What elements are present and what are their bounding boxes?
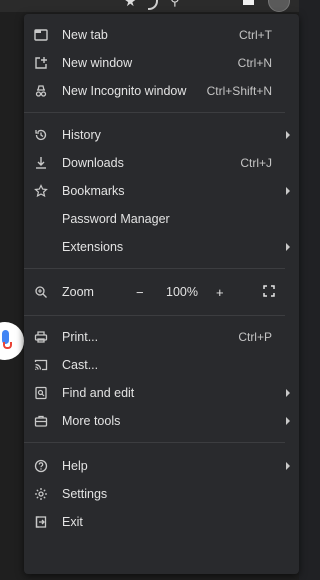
help-label: Help (62, 459, 88, 473)
extensions-label: Extensions (62, 240, 124, 254)
menu-item-downloads[interactable]: Downloads Ctrl+J (24, 149, 299, 177)
bookmark-star-icon (33, 183, 49, 199)
menu-item-extensions[interactable]: Extensions (24, 233, 299, 261)
menu-item-history[interactable]: History (24, 121, 299, 149)
bookmarks-label: Bookmarks (62, 184, 125, 198)
fullscreen-icon[interactable] (263, 285, 275, 300)
bookmark-star-icon[interactable]: ★ (124, 0, 137, 8)
new-incognito-shortcut: Ctrl+Shift+N (206, 84, 272, 98)
zoom-in-button[interactable]: + (216, 285, 224, 300)
chevron-right-icon (286, 243, 290, 251)
history-label: History (62, 128, 101, 142)
new-window-shortcut: Ctrl+N (237, 56, 272, 70)
downloads-label: Downloads (62, 156, 124, 170)
menu-item-exit[interactable]: Exit (24, 508, 299, 536)
new-tab-shortcut: Ctrl+T (239, 28, 272, 42)
new-incognito-label: New Incognito window (62, 84, 187, 98)
menu-item-new-tab[interactable]: New tab Ctrl+T (24, 21, 299, 49)
find-icon (33, 385, 49, 401)
new-window-label: New window (62, 56, 133, 70)
print-label: Print... (62, 330, 99, 344)
menu-item-print[interactable]: Print... Ctrl+P (24, 323, 299, 351)
separator (24, 442, 285, 443)
cast-icon (33, 357, 49, 373)
incognito-icon (33, 83, 49, 99)
separator (24, 268, 285, 269)
more-tools-label: More tools (62, 414, 121, 428)
menu-item-bookmarks[interactable]: Bookmarks (24, 177, 299, 205)
menu-item-zoom: Zoom − 100% + (24, 278, 299, 306)
menu-item-cast[interactable]: Cast... (24, 351, 299, 379)
chevron-right-icon (286, 131, 290, 139)
profile-block[interactable] (243, 0, 254, 5)
menu-item-new-incognito[interactable]: New Incognito window Ctrl+Shift+N (24, 77, 299, 105)
chevron-right-icon (286, 187, 290, 195)
help-icon (33, 458, 49, 474)
menu-item-new-window[interactable]: New window Ctrl+N (24, 49, 299, 77)
separator (24, 112, 285, 113)
settings-label: Settings (62, 487, 108, 501)
menu-item-settings[interactable]: Settings (24, 480, 299, 508)
chrome-menu: New tab Ctrl+T New window Ctrl+N New Inc… (24, 14, 299, 574)
print-icon (33, 329, 49, 345)
gear-icon (33, 486, 49, 502)
chevron-right-icon (286, 389, 290, 397)
menu-item-more-tools[interactable]: More tools (24, 407, 299, 435)
downloads-shortcut: Ctrl+J (240, 156, 272, 170)
exit-icon (33, 514, 49, 530)
zoom-icon (33, 284, 49, 300)
extension-icon[interactable]: ⚲ (170, 0, 180, 8)
zoom-label: Zoom (62, 285, 94, 299)
download-icon (33, 155, 49, 171)
cast-label: Cast... (62, 358, 99, 372)
exit-label: Exit (62, 515, 83, 529)
find-and-edit-label: Find and edit (62, 386, 135, 400)
new-tab-icon (33, 27, 49, 43)
menu-item-help[interactable]: Help (24, 452, 299, 480)
separator (24, 315, 285, 316)
new-tab-label: New tab (62, 28, 108, 42)
chevron-right-icon (286, 417, 290, 425)
zoom-out-button[interactable]: − (136, 285, 144, 300)
password-manager-label: Password Manager (62, 212, 170, 226)
menu-item-find-and-edit[interactable]: Find and edit (24, 379, 299, 407)
toolbox-icon (33, 413, 49, 429)
new-window-icon (33, 55, 49, 71)
history-icon (33, 127, 49, 143)
print-shortcut: Ctrl+P (238, 330, 272, 344)
menu-item-password-manager[interactable]: Password Manager (24, 205, 299, 233)
chevron-right-icon (286, 462, 290, 470)
zoom-value: 100% (166, 285, 198, 299)
